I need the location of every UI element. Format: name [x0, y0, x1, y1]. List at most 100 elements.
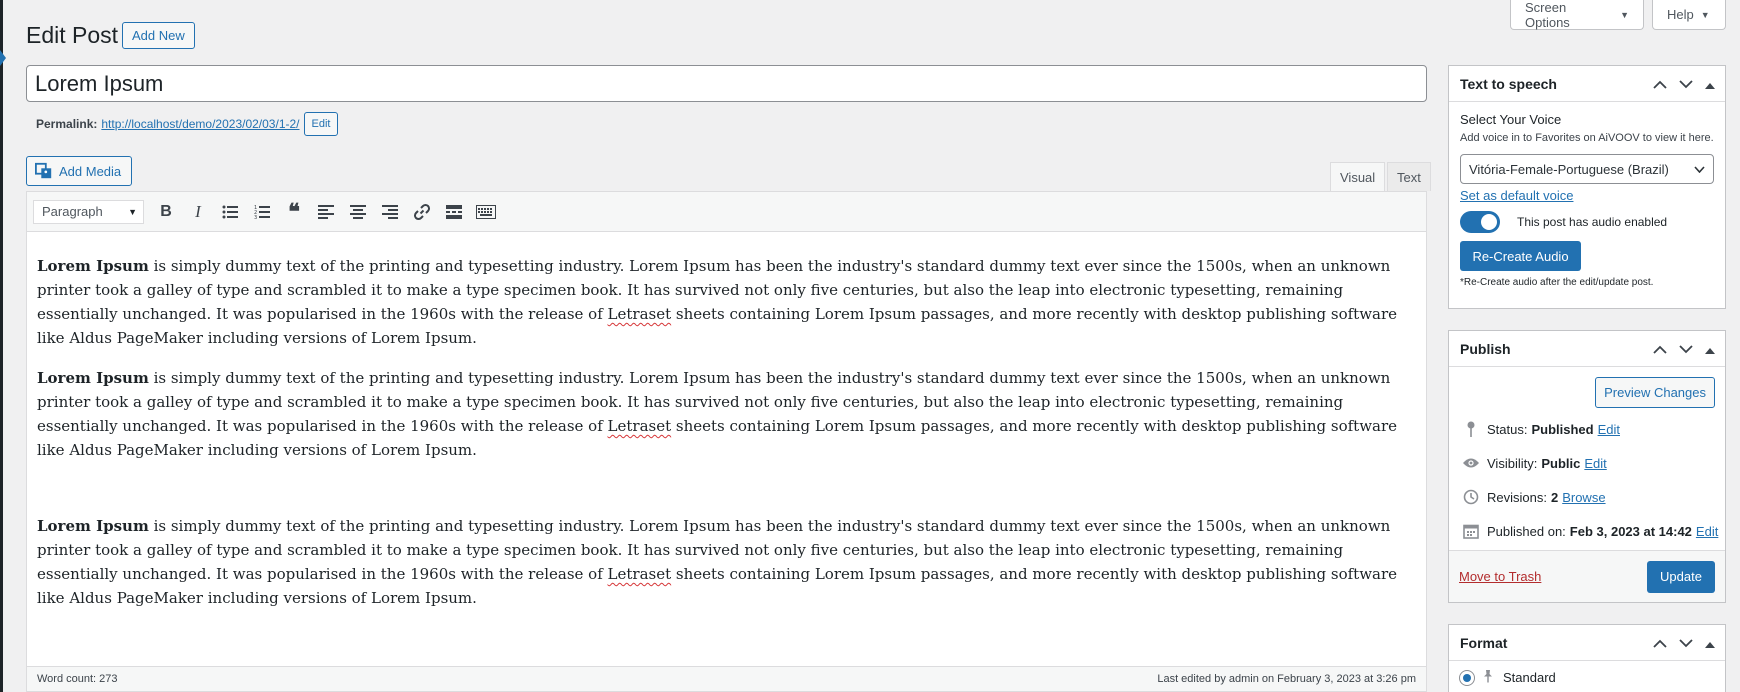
visibility-edit-link[interactable]: Edit: [1584, 456, 1606, 471]
visibility-row: Visibility: Public Edit: [1449, 446, 1725, 480]
revisions-label: Revisions:: [1487, 489, 1547, 505]
history-icon: [1461, 489, 1481, 505]
italic-icon[interactable]: I: [182, 196, 214, 228]
publish-box-header: Publish: [1449, 331, 1725, 367]
caret-down-icon: ▼: [1700, 9, 1710, 20]
calendar-icon: [1461, 523, 1481, 539]
move-up-icon[interactable]: [1653, 341, 1667, 357]
misspelled-word: Letraset: [607, 305, 672, 323]
select-voice-hint: Add voice in to Favorites on AiVOOV to v…: [1460, 132, 1714, 144]
published-on-row: Published on: Feb 3, 2023 at 14:42 Edit: [1449, 514, 1725, 548]
visibility-value: Public: [1541, 455, 1581, 471]
published-label: Published on:: [1487, 523, 1566, 539]
word-count: Word count: 273: [37, 673, 118, 685]
format-box-header: Format: [1449, 625, 1725, 661]
preview-changes-button[interactable]: Preview Changes: [1595, 377, 1715, 408]
blockquote-icon[interactable]: ❝: [278, 196, 310, 228]
recreate-audio-button[interactable]: Re-Create Audio: [1460, 241, 1581, 271]
recreate-note: *Re-Create audio after the edit/update p…: [1460, 277, 1654, 288]
add-media-button[interactable]: Add Media: [26, 156, 133, 186]
format-select[interactable]: Paragraph ▼: [33, 199, 144, 224]
revisions-value: 2: [1550, 489, 1559, 505]
editor-status-bar: Word count: 273 Last edited by admin on …: [26, 666, 1427, 692]
help-button[interactable]: Help ▼: [1652, 0, 1726, 30]
move-up-icon[interactable]: [1653, 76, 1667, 92]
collapse-icon[interactable]: [1705, 76, 1715, 92]
pin-icon: [1461, 421, 1481, 437]
permalink-link[interactable]: http://localhost/demo/2023/02/03/1-2/: [101, 117, 299, 131]
status-edit-link[interactable]: Edit: [1598, 422, 1620, 437]
tts-box-title: Text to speech: [1460, 75, 1557, 92]
align-right-icon[interactable]: [374, 196, 406, 228]
add-media-label: Add Media: [59, 163, 122, 179]
move-down-icon[interactable]: [1679, 341, 1693, 357]
standard-label: Standard: [1503, 670, 1556, 685]
standard-radio[interactable]: [1459, 669, 1475, 686]
format-select-value: Paragraph: [42, 204, 103, 219]
caret-down-icon: ▼: [128, 206, 137, 217]
status-row: Status: Published Edit: [1449, 412, 1725, 446]
set-default-voice-link[interactable]: Set as default voice: [1460, 188, 1573, 203]
paragraph: Lorem Ipsum is simply dummy text of the …: [37, 366, 1416, 462]
publish-box: Publish Preview Changes Status: Published…: [1448, 330, 1726, 603]
audio-enabled-label: This post has audio enabled: [1517, 215, 1668, 229]
post-title-input[interactable]: Lorem Ipsum: [26, 65, 1427, 102]
visibility-label: Visibility:: [1487, 455, 1538, 471]
update-button[interactable]: Update: [1647, 560, 1715, 593]
align-center-icon[interactable]: [342, 196, 374, 228]
svg-text:3: 3: [254, 215, 257, 219]
last-edited: Last edited by admin on February 3, 2023…: [1157, 673, 1416, 685]
caret-down-icon: ▼: [1620, 9, 1629, 20]
screen-options-label: Screen Options: [1525, 0, 1570, 30]
editor-content[interactable]: Lorem Ipsum is simply dummy text of the …: [27, 232, 1426, 610]
move-up-icon[interactable]: [1653, 635, 1667, 651]
move-to-trash-link[interactable]: Move to Trash: [1459, 569, 1541, 584]
admin-menu-edge: [0, 0, 3, 692]
audio-enabled-toggle[interactable]: [1460, 211, 1500, 233]
page-title: Edit Post: [26, 22, 119, 48]
move-down-icon[interactable]: [1679, 635, 1693, 651]
move-down-icon[interactable]: [1679, 76, 1693, 92]
numbered-list-icon[interactable]: 123: [246, 196, 278, 228]
link-icon[interactable]: [406, 196, 438, 228]
editor-toolbar: Paragraph ▼ B I 123 ❝: [27, 192, 1426, 232]
tab-visual[interactable]: Visual: [1330, 162, 1386, 192]
paragraph-bold: Lorem Ipsum: [37, 517, 149, 535]
eye-icon: [1461, 457, 1481, 469]
paragraph-bold: Lorem Ipsum: [37, 369, 149, 387]
add-new-button[interactable]: Add New: [122, 22, 195, 49]
permalink-label: Permalink:: [36, 117, 98, 131]
publish-box-title: Publish: [1460, 340, 1511, 357]
tts-box: Text to speech Select Your Voice Add voi…: [1448, 65, 1726, 309]
screen-options-button[interactable]: Screen Options ▼: [1510, 0, 1644, 30]
status-label: Status:: [1487, 421, 1528, 437]
format-box-title: Format: [1460, 634, 1508, 651]
bullet-list-icon[interactable]: [214, 196, 246, 228]
misspelled-word: Letraset: [607, 565, 672, 583]
toolbar-toggle-icon[interactable]: [470, 196, 502, 228]
help-label: Help: [1667, 7, 1694, 22]
paragraph-bold: Lorem Ipsum: [37, 257, 149, 275]
misspelled-word: Letraset: [607, 417, 672, 435]
voice-select[interactable]: Vitória-Female-Portuguese (Brazil): [1460, 154, 1714, 184]
chevron-down-icon: [1694, 165, 1705, 173]
read-more-icon[interactable]: [438, 196, 470, 228]
bold-icon[interactable]: B: [150, 196, 182, 228]
post-editor[interactable]: Paragraph ▼ B I 123 ❝ Lorem Ipsum is sim…: [26, 191, 1427, 691]
tab-text[interactable]: Text: [1387, 162, 1431, 191]
format-box: Format Standard: [1448, 624, 1726, 692]
tts-box-header: Text to speech: [1449, 66, 1725, 102]
collapse-icon[interactable]: [1705, 341, 1715, 357]
permalink-edit-button[interactable]: Edit: [303, 112, 339, 136]
select-voice-label: Select Your Voice: [1460, 112, 1562, 127]
published-value: Feb 3, 2023 at 14:42: [1569, 523, 1692, 539]
admin-menu-active-arrow: [0, 50, 6, 66]
revisions-browse-link[interactable]: Browse: [1562, 490, 1605, 505]
align-left-icon[interactable]: [310, 196, 342, 228]
collapse-icon[interactable]: [1705, 635, 1715, 651]
revisions-row: Revisions: 2 Browse: [1449, 480, 1725, 514]
published-edit-link[interactable]: Edit: [1696, 524, 1718, 539]
permalink-row: Permalink: http://localhost/demo/2023/02…: [36, 112, 339, 136]
paragraph: Lorem Ipsum is simply dummy text of the …: [37, 254, 1416, 350]
media-icon: [35, 162, 52, 179]
